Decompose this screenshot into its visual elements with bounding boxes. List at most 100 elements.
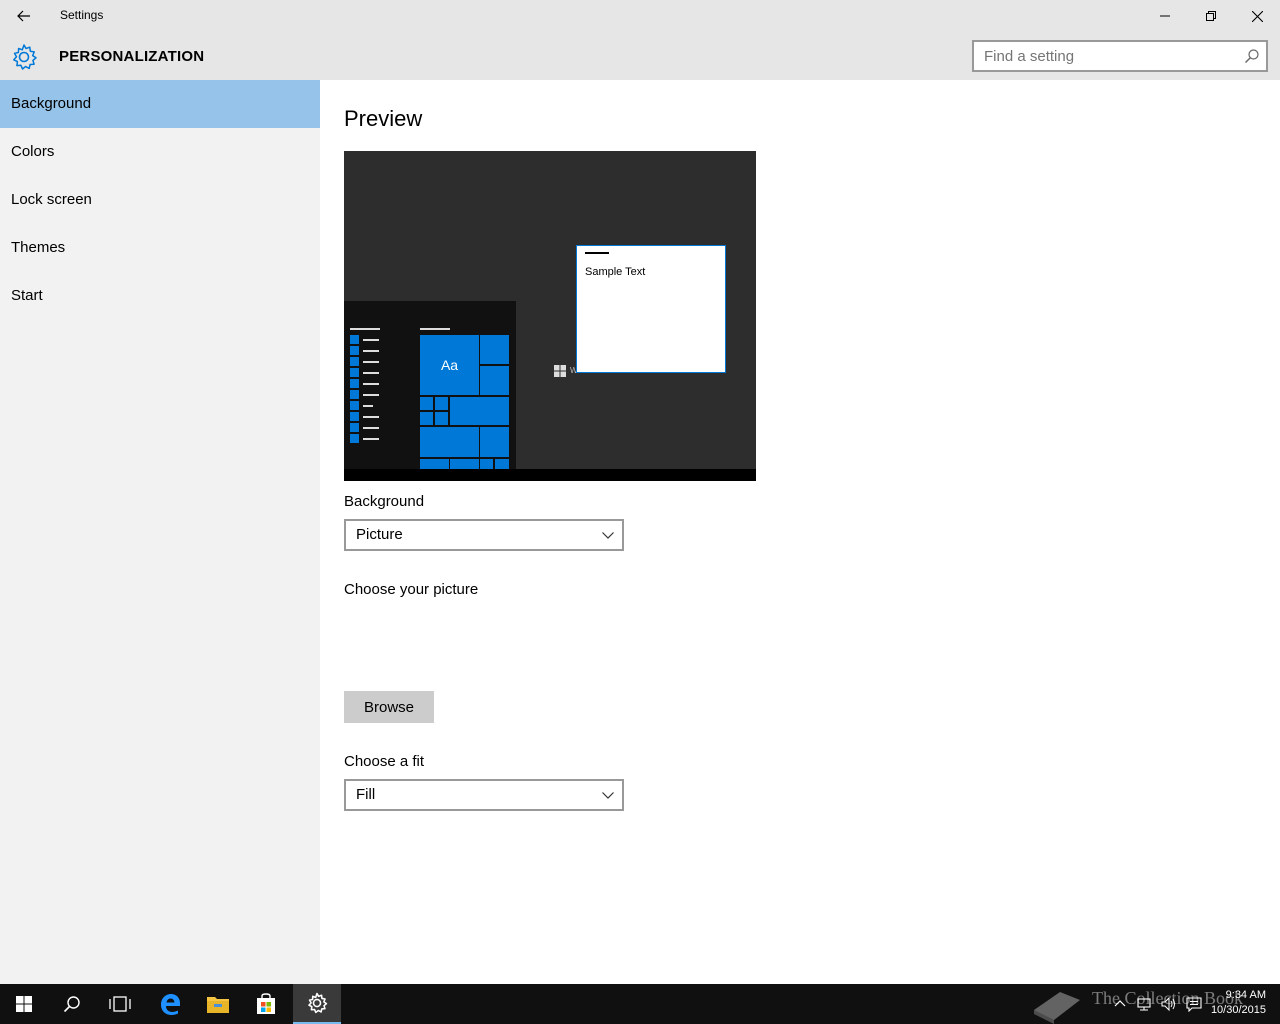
- fit-dropdown[interactable]: Fill: [344, 779, 624, 811]
- settings-window: Settings PERSONALIZATION Find a setting …: [0, 0, 1280, 1024]
- preview-window-bar: [585, 252, 609, 254]
- search-box[interactable]: [972, 40, 1268, 72]
- window-title: Settings: [60, 8, 104, 22]
- task-view-icon: [109, 996, 131, 1012]
- preview-tile: [435, 412, 448, 425]
- preview-taskbar: [344, 469, 756, 481]
- preview-line: [363, 339, 379, 341]
- sidebar-item-start[interactable]: Start: [0, 272, 320, 320]
- network-icon[interactable]: [1136, 996, 1152, 1012]
- preview-line: [363, 394, 379, 396]
- preview-line: [363, 383, 379, 385]
- fit-dropdown-value: Fill: [356, 786, 376, 803]
- title-bar: Settings: [0, 0, 1280, 32]
- search-icon[interactable]: [1244, 48, 1260, 64]
- sidebar-item-lock-screen[interactable]: Lock screen: [0, 176, 320, 224]
- gear-icon: [308, 992, 328, 1014]
- preview-app-icon: [350, 368, 359, 377]
- clock-time: 9:34 AM: [1225, 989, 1266, 1001]
- chevron-down-icon: [602, 792, 614, 799]
- file-explorer-button[interactable]: [194, 984, 242, 1024]
- minimize-button[interactable]: [1142, 0, 1188, 32]
- main-content: Preview Aa Sample Text Background Pictur…: [320, 80, 1280, 984]
- back-button[interactable]: [0, 0, 48, 32]
- close-button[interactable]: [1234, 0, 1280, 32]
- preview-app-icon: [350, 401, 359, 410]
- preview-line: [420, 328, 450, 330]
- store-icon: [257, 993, 275, 1014]
- preview-app-icon: [350, 346, 359, 355]
- close-icon: [1251, 10, 1263, 22]
- tray-clock[interactable]: 9:34 AM 10/30/2015: [1211, 988, 1266, 1018]
- background-dropdown[interactable]: Picture: [344, 519, 624, 551]
- restore-icon: [1206, 11, 1216, 21]
- sidebar: Background Colors Lock screen Themes Sta…: [0, 80, 320, 984]
- desktop-preview: Aa Windows 10 Pro T: [344, 151, 756, 481]
- preview-line: [363, 372, 379, 374]
- task-view-button[interactable]: [96, 984, 144, 1024]
- sidebar-item-background[interactable]: Background: [0, 80, 320, 128]
- search-icon: [63, 996, 80, 1013]
- preview-tile: [420, 427, 479, 457]
- fit-label: Choose a fit: [344, 753, 425, 770]
- preview-app-icon: [350, 423, 359, 432]
- preview-sample-text: Sample Text: [585, 266, 646, 278]
- preview-heading: Preview: [344, 106, 423, 131]
- preview-start-menu: Aa: [344, 301, 516, 469]
- preview-line: [363, 438, 379, 440]
- settings-taskbar-button[interactable]: [293, 984, 341, 1024]
- preview-tile: [480, 459, 493, 469]
- back-arrow-icon: [17, 10, 30, 22]
- windows-logo-icon: [554, 365, 566, 377]
- preview-tile: [480, 427, 509, 457]
- edge-button[interactable]: [146, 984, 194, 1024]
- settings-header: PERSONALIZATION: [0, 32, 1280, 80]
- background-dropdown-value: Picture: [356, 526, 403, 543]
- preview-line: [350, 328, 380, 330]
- chevron-down-icon: [602, 532, 614, 539]
- choose-picture-label: Choose your picture: [344, 581, 479, 598]
- preview-line: [363, 427, 379, 429]
- preview-app-icon: [350, 335, 359, 344]
- windows-start-icon: [16, 996, 32, 1012]
- preview-tile: [420, 412, 433, 425]
- preview-app-icon: [350, 357, 359, 366]
- store-button[interactable]: [242, 984, 290, 1024]
- preview-window: Sample Text: [576, 245, 726, 373]
- preview-tile: [435, 397, 448, 410]
- preview-tile: [480, 366, 509, 395]
- preview-tile: [450, 459, 479, 469]
- chevron-up-icon[interactable]: [1112, 996, 1128, 1012]
- preview-app-icon: [350, 379, 359, 388]
- preview-tile: [420, 397, 433, 410]
- preview-line: [363, 405, 373, 407]
- preview-app-icon: [350, 390, 359, 399]
- preview-tile-text: Aa: [420, 335, 479, 395]
- edge-browser-icon: [161, 994, 180, 1015]
- preview-line: [363, 361, 379, 363]
- section-title: PERSONALIZATION: [59, 48, 205, 65]
- sidebar-item-colors[interactable]: Colors: [0, 128, 320, 176]
- restore-button[interactable]: [1188, 0, 1234, 32]
- clock-date: 10/30/2015: [1210, 1004, 1266, 1016]
- action-center-icon[interactable]: [1186, 996, 1202, 1012]
- search-taskbar-button[interactable]: [48, 984, 96, 1024]
- background-label: Background: [344, 493, 425, 510]
- volume-icon[interactable]: [1160, 996, 1176, 1012]
- browse-button[interactable]: Browse: [344, 691, 434, 723]
- preview-line: [363, 350, 379, 352]
- folder-icon: [207, 997, 229, 1013]
- preview-tile: [450, 397, 509, 425]
- preview-tile: [420, 459, 449, 469]
- preview-app-icon: [350, 434, 359, 443]
- preview-line: [363, 416, 379, 418]
- minimize-icon: [1160, 15, 1170, 17]
- book-logo-icon: [1034, 992, 1080, 1024]
- search-input[interactable]: [974, 42, 1236, 70]
- preview-app-icon: [350, 412, 359, 421]
- start-button[interactable]: [0, 984, 48, 1024]
- gear-icon: [13, 44, 37, 70]
- sidebar-item-themes[interactable]: Themes: [0, 224, 320, 272]
- os-taskbar: The Collection Book 9:34 AM 10/30/2015: [0, 984, 1280, 1024]
- preview-tile: [480, 335, 509, 364]
